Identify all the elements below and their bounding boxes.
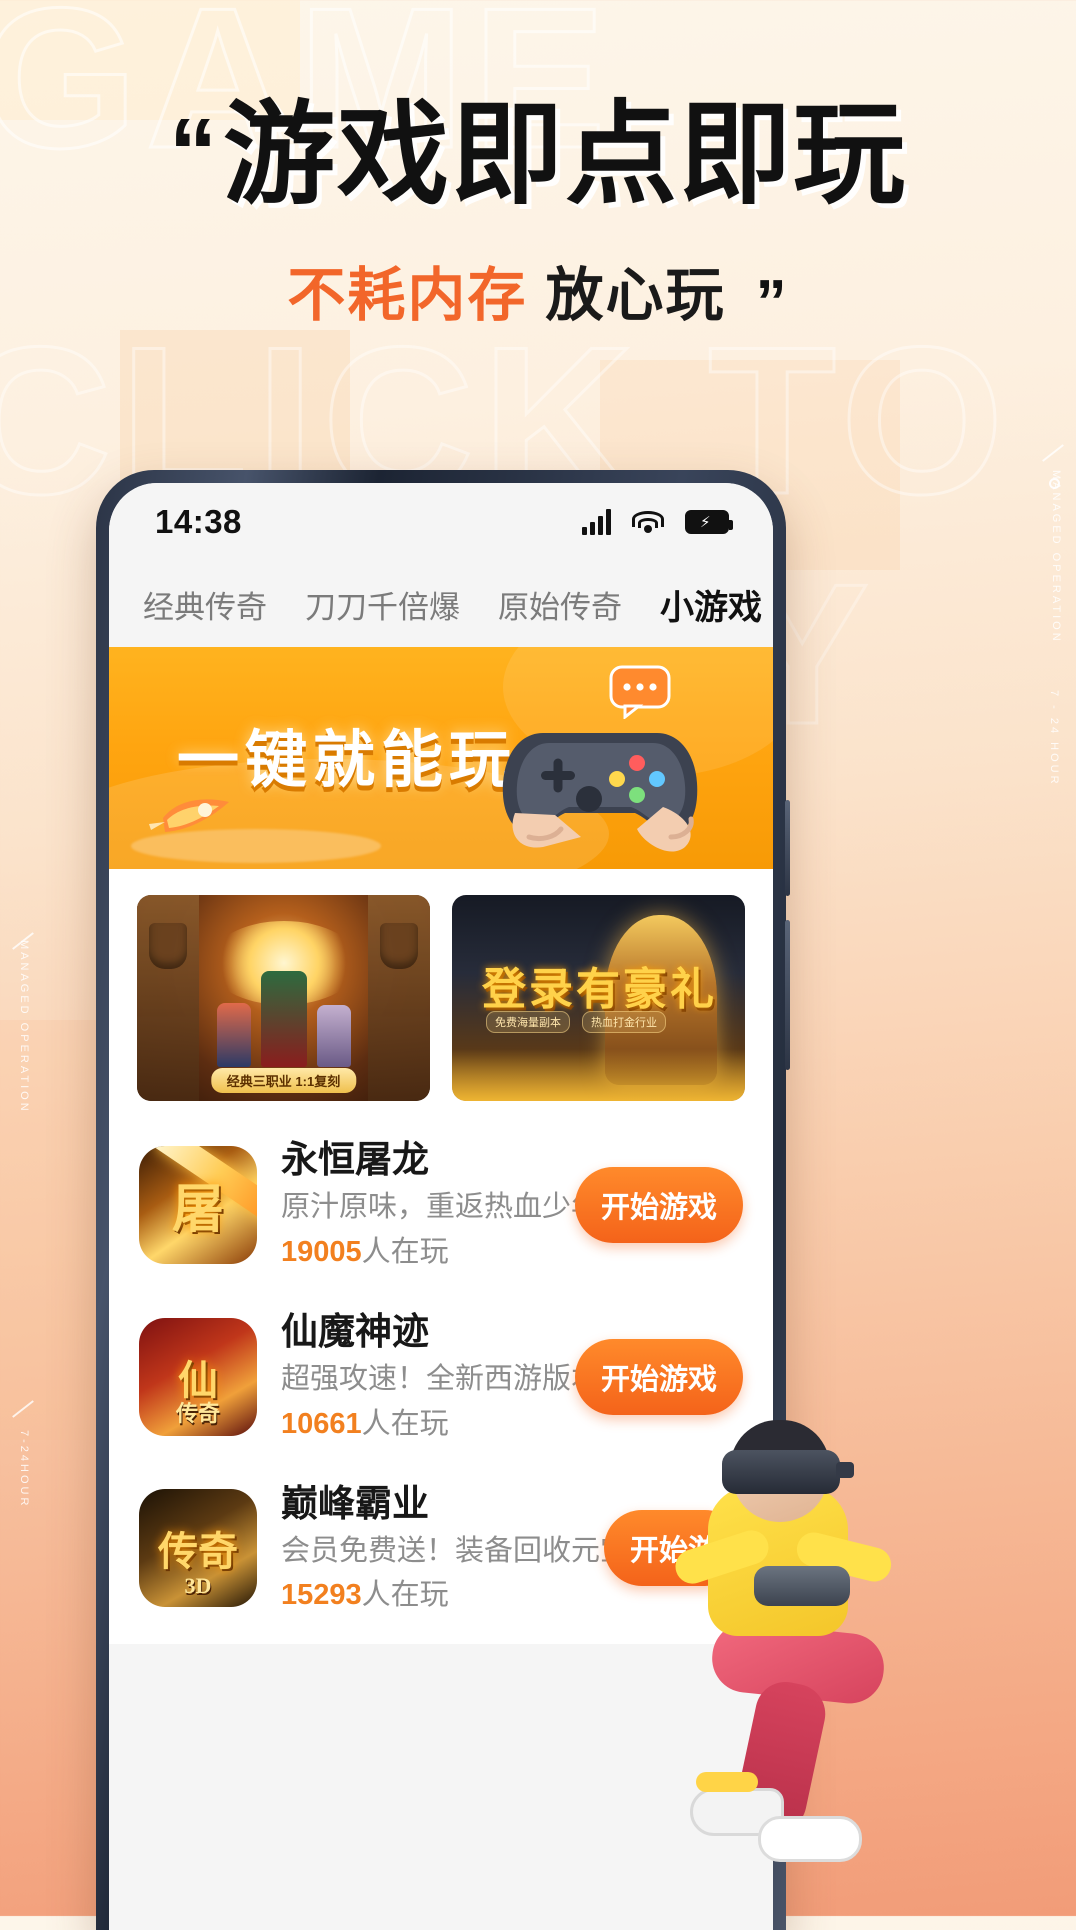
- side-text-left-managed: MANAGED OPERATION: [18, 940, 30, 1114]
- game-player-number: 15293: [281, 1579, 362, 1612]
- game-controller-icon: [485, 687, 715, 860]
- rocket-icon: [143, 784, 239, 851]
- game-info: 永恒屠龙 原汁原味，重返热血少年时 19005人在玩: [281, 1137, 630, 1273]
- quote-close-icon: ”: [755, 268, 789, 337]
- game-player-suffix: 人在玩: [361, 1235, 449, 1268]
- side-text-right-hours: 7 - 24 HOUR: [1048, 690, 1060, 787]
- game-description: 原汁原味，重返热血少年时: [281, 1191, 630, 1224]
- side-text-left-hours: 7-24HOUR: [18, 1430, 30, 1509]
- page-title: 游戏即点即玩: [223, 92, 907, 217]
- game-info: 巅峰霸业 会员免费送！装备回收元宝领到手抖 15293人在玩: [281, 1481, 746, 1617]
- game-player-suffix: 人在玩: [361, 1407, 449, 1440]
- promo-card-classic[interactable]: 经典三职业 1:1复刻: [137, 895, 430, 1101]
- promo-tag: 热血打金行业: [582, 1011, 666, 1033]
- promo-gold-pile: [452, 1049, 745, 1101]
- start-game-button[interactable]: 开始游戏: [574, 1166, 743, 1243]
- tab-classic-legend[interactable]: 经典传奇: [143, 582, 267, 627]
- game-player-count: 19005人在玩: [281, 1231, 551, 1273]
- game-description: 超强攻速！全新西游版本传奇: [281, 1363, 659, 1396]
- promo-pillar: [137, 895, 199, 1101]
- game-icon: 屠: [139, 1145, 257, 1264]
- promo-card-title: 登录有豪礼: [482, 965, 717, 1014]
- battery-charging-icon: ⚡: [685, 510, 733, 534]
- promo-headline-block: “游戏即点即玩: [0, 92, 1076, 217]
- quote-open-icon: “: [169, 99, 217, 206]
- game-icon-subglyph: 传奇: [175, 1400, 220, 1426]
- game-icon: 传奇 3D: [139, 1489, 257, 1608]
- vr-headset-icon: [722, 1450, 854, 1494]
- game-player-number: 19005: [281, 1235, 362, 1268]
- tab-original-legend[interactable]: 原始传奇: [498, 582, 622, 627]
- game-description: 会员免费送！装备回收元宝领到手抖: [281, 1534, 746, 1567]
- list-item[interactable]: 屠 永恒屠龙 原汁原味，重返热血少年时 19005人在玩 开始游戏: [109, 1119, 773, 1291]
- promo-subtitle-highlight: 不耗内存: [287, 263, 528, 328]
- status-icons: ⚡: [582, 509, 733, 535]
- status-clock: 14:38: [155, 503, 242, 540]
- decor-tick: [1042, 444, 1064, 462]
- game-player-count: 10661人在玩: [281, 1403, 551, 1445]
- game-player-number: 10661: [281, 1407, 362, 1440]
- game-name: 永恒屠龙: [281, 1139, 429, 1180]
- cellular-signal-icon: [582, 509, 611, 535]
- game-info: 仙魔神迹 超强攻速！全新西游版本传奇 10661人在玩: [281, 1309, 659, 1445]
- game-player-count: 15293人在玩: [281, 1574, 580, 1616]
- tab-thousandfold-burst[interactable]: 刀刀千倍爆: [305, 582, 460, 627]
- game-icon-glyph: 屠: [171, 1182, 224, 1240]
- promo-card-tags: 免费海量副本 热血打金行业: [486, 1011, 666, 1033]
- tab-mini-games[interactable]: 小游戏: [660, 580, 762, 629]
- promo-subtitle-rest: 放心玩: [545, 263, 726, 328]
- game-name: 仙魔神迹: [281, 1310, 429, 1352]
- status-bar: 14:38 ⚡: [109, 483, 773, 561]
- promo-tag: 免费海量副本: [486, 1011, 570, 1033]
- game-icon-subglyph: 3D: [184, 1573, 212, 1599]
- game-player-suffix: 人在玩: [361, 1579, 449, 1612]
- promo-card-row: 经典三职业 1:1复刻 登录有豪礼 免费海量副本 热血打金行业: [109, 869, 773, 1119]
- vr-player-mascot: [636, 1390, 966, 1870]
- banner-one-click-play[interactable]: 一键就能玩: [109, 647, 773, 869]
- phone-volume-button: [785, 800, 790, 896]
- promo-subtitle: 不耗内存 放心玩 ”: [0, 248, 1076, 337]
- category-tab-bar[interactable]: 经典传奇 刀刀千倍爆 原始传奇 小游戏: [109, 561, 773, 647]
- game-icon: 仙 传奇: [139, 1317, 257, 1436]
- promo-card-login-gift[interactable]: 登录有豪礼 免费海量副本 热血打金行业: [452, 895, 745, 1101]
- promo-card-caption: 经典三职业 1:1复刻: [210, 1068, 357, 1093]
- phone-power-button: [785, 920, 790, 1070]
- promo-pillar: [368, 895, 430, 1101]
- game-name: 巅峰霸业: [281, 1482, 429, 1524]
- decor-tick: [12, 1400, 34, 1418]
- side-text-right-managed: MANAGED OPERATION: [1050, 470, 1062, 644]
- promo-hero-group: [216, 971, 351, 1067]
- wifi-icon: [631, 509, 665, 535]
